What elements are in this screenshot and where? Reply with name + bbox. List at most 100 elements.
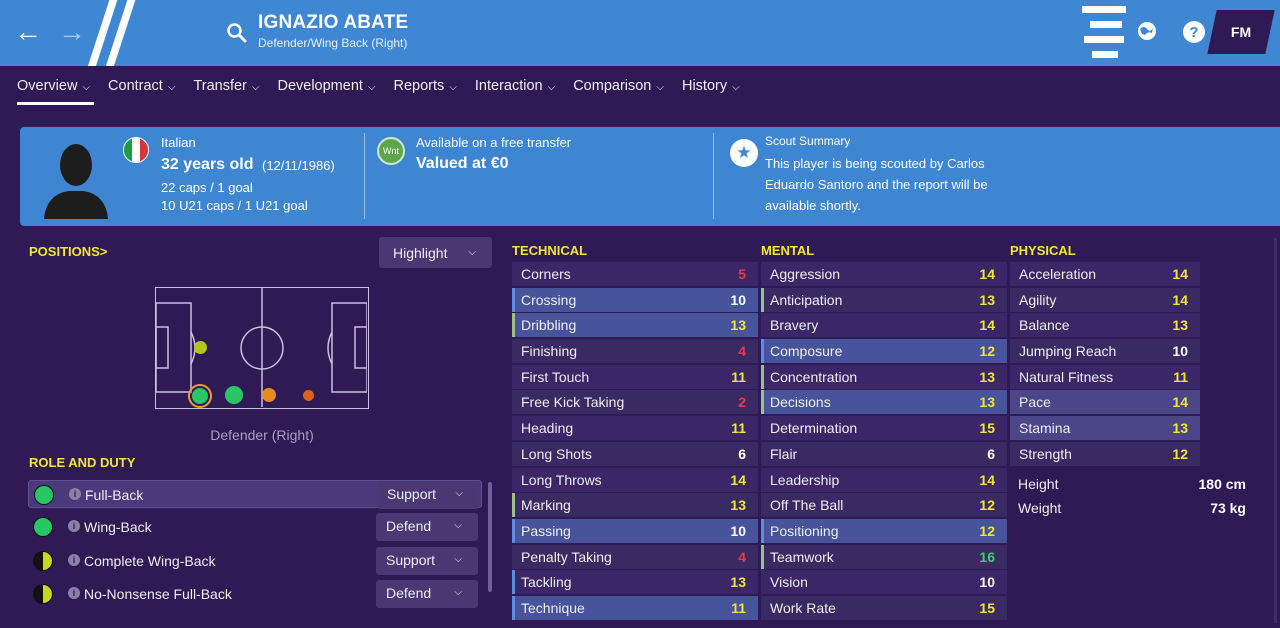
highlight-dropdown[interactable]: Highlight ⌵ [379,237,492,268]
attribute-name: Jumping Reach [1019,343,1117,360]
role-row-full-back[interactable]: i Full-Back Support ⌵ [28,480,482,509]
attribute-name: Crossing [521,291,577,308]
attribute-row-composure[interactable]: Composure 12 [761,339,1007,364]
player-silhouette-icon [44,144,108,219]
wanted-badge: Wnt [377,137,405,165]
tab-interaction[interactable]: Interaction ⌵ [467,66,565,106]
role-suitability-icon [34,485,54,505]
attribute-row-crossing[interactable]: Crossing 10 [512,287,758,312]
attributes-scrollbar[interactable] [1274,238,1277,623]
attribute-row-first-touch[interactable]: First Touch 11 [512,364,758,389]
attribute-row-strength[interactable]: Strength 12 [1010,441,1200,466]
info-icon[interactable]: i [69,488,81,500]
attribute-row-corners[interactable]: Corners 5 [512,262,758,286]
duty-dropdown[interactable]: Defend ⌵ [376,513,478,541]
attribute-row-bravery[interactable]: Bravery 14 [761,313,1007,338]
positions-title-label: POSITIONS [29,244,100,259]
attribute-row-teamwork[interactable]: Teamwork 16 [761,544,1007,569]
info-icon[interactable]: i [68,554,80,566]
attribute-row-jumping-reach[interactable]: Jumping Reach 10 [1010,339,1200,364]
tab-comparison[interactable]: Comparison ⌵ [565,66,674,106]
attribute-row-agility[interactable]: Agility 14 [1010,287,1200,312]
tab-transfer[interactable]: Transfer ⌵ [185,66,269,106]
attribute-row-long-throws[interactable]: Long Throws 14 [512,467,758,492]
globe-icon[interactable] [1136,20,1158,42]
help-icon[interactable]: ? [1182,20,1206,44]
info-icon[interactable]: i [68,587,80,599]
roles-scrollbar[interactable] [488,482,492,592]
tab-development[interactable]: Development ⌵ [269,66,385,106]
attribute-name: Heading [521,420,574,437]
attribute-name: Balance [1019,317,1070,334]
chevron-down-icon: ⌵ [251,82,260,93]
key-attribute-marker [761,287,764,312]
role-row-wing-back[interactable]: i Wing-Back Defend ⌵ [28,513,482,541]
info-icon[interactable]: i [68,520,80,532]
attribute-row-finishing[interactable]: Finishing 4 [512,339,758,364]
fm-menu-button[interactable]: FM [1207,10,1275,54]
attribute-row-long-shots[interactable]: Long Shots 6 [512,441,758,466]
attribute-value: 13 [1172,420,1188,437]
attribute-row-acceleration[interactable]: Acceleration 14 [1010,262,1200,286]
attribute-row-technique[interactable]: Technique 11 [512,595,758,620]
attribute-value: 4 [738,343,746,360]
attribute-row-dribbling[interactable]: Dribbling 13 [512,313,758,338]
attribute-value: 6 [738,445,746,462]
role-suitability-icon [33,551,53,571]
attribute-row-marking[interactable]: Marking 13 [512,493,758,518]
tab-label: Overview [17,78,78,94]
attribute-row-natural-fitness[interactable]: Natural Fitness 11 [1010,364,1200,389]
role-name: No-Nonsense Full-Back [84,586,232,602]
attribute-name: Aggression [770,266,841,282]
attribute-value: 11 [731,368,746,385]
tab-history[interactable]: History ⌵ [674,66,750,106]
attribute-name: Vision [770,574,808,591]
role-row-no-nonsense-full-back[interactable]: i No-Nonsense Full-Back Defend ⌵ [28,580,482,608]
attribute-row-flair[interactable]: Flair 6 [761,441,1007,466]
attribute-value: 13 [1172,317,1188,334]
player-value: Valued at €0 [416,155,509,172]
attribute-row-decisions[interactable]: Decisions 13 [761,390,1007,415]
attribute-row-penalty-taking[interactable]: Penalty Taking 4 [512,544,758,569]
duty-dropdown[interactable]: Defend ⌵ [376,580,478,608]
attribute-row-heading[interactable]: Heading 11 [512,416,758,441]
forward-arrow-icon[interactable]: → [58,18,86,46]
attribute-row-leadership[interactable]: Leadership 14 [761,467,1007,492]
positions-title[interactable]: POSITIONS> [29,244,107,259]
attribute-value: 10 [730,291,746,308]
duty-label: Defend [386,518,432,534]
search-icon[interactable] [226,22,248,44]
attribute-row-concentration[interactable]: Concentration 13 [761,364,1007,389]
duty-dropdown[interactable]: Support ⌵ [376,547,478,575]
attribute-value: 13 [730,497,746,514]
role-row-complete-wing-back[interactable]: i Complete Wing-Back Support ⌵ [28,547,482,575]
attribute-row-free-kick-taking[interactable]: Free Kick Taking 2 [512,390,758,415]
position-pitch [155,287,369,409]
attribute-row-balance[interactable]: Balance 13 [1010,313,1200,338]
attribute-name: Natural Fitness [1019,368,1114,385]
back-arrow-icon[interactable]: ← [14,18,42,46]
attribute-row-tackling[interactable]: Tackling 13 [512,570,758,595]
tab-reports[interactable]: Reports ⌵ [386,66,467,106]
attribute-row-pace[interactable]: Pace 14 [1010,390,1200,415]
attribute-row-stamina[interactable]: Stamina 13 [1010,416,1200,441]
attribute-row-off-the-ball[interactable]: Off The Ball 12 [761,493,1007,518]
attribute-row-anticipation[interactable]: Anticipation 13 [761,287,1007,312]
attribute-row-positioning[interactable]: Positioning 12 [761,518,1007,543]
attribute-name: Bravery [770,317,819,334]
key-attribute-marker [761,364,764,389]
tab-contract[interactable]: Contract ⌵ [100,66,185,106]
attribute-row-passing[interactable]: Passing 10 [512,518,758,543]
attribute-name: Composure [770,343,843,360]
tab-overview[interactable]: Overview ⌵ [9,66,100,106]
technical-title: TECHNICAL [512,243,588,258]
attribute-row-work-rate[interactable]: Work Rate 15 [761,595,1007,620]
attribute-value: 14 [730,471,746,488]
duty-dropdown[interactable]: Support ⌵ [377,481,479,509]
attribute-row-aggression[interactable]: Aggression 14 [761,262,1007,286]
attribute-row-determination[interactable]: Determination 15 [761,416,1007,441]
position-dot [194,341,207,354]
scout-summary-line: Eduardo Santoro and the report will be [765,177,988,192]
attribute-value: 6 [987,445,995,462]
attribute-row-vision[interactable]: Vision 10 [761,570,1007,595]
